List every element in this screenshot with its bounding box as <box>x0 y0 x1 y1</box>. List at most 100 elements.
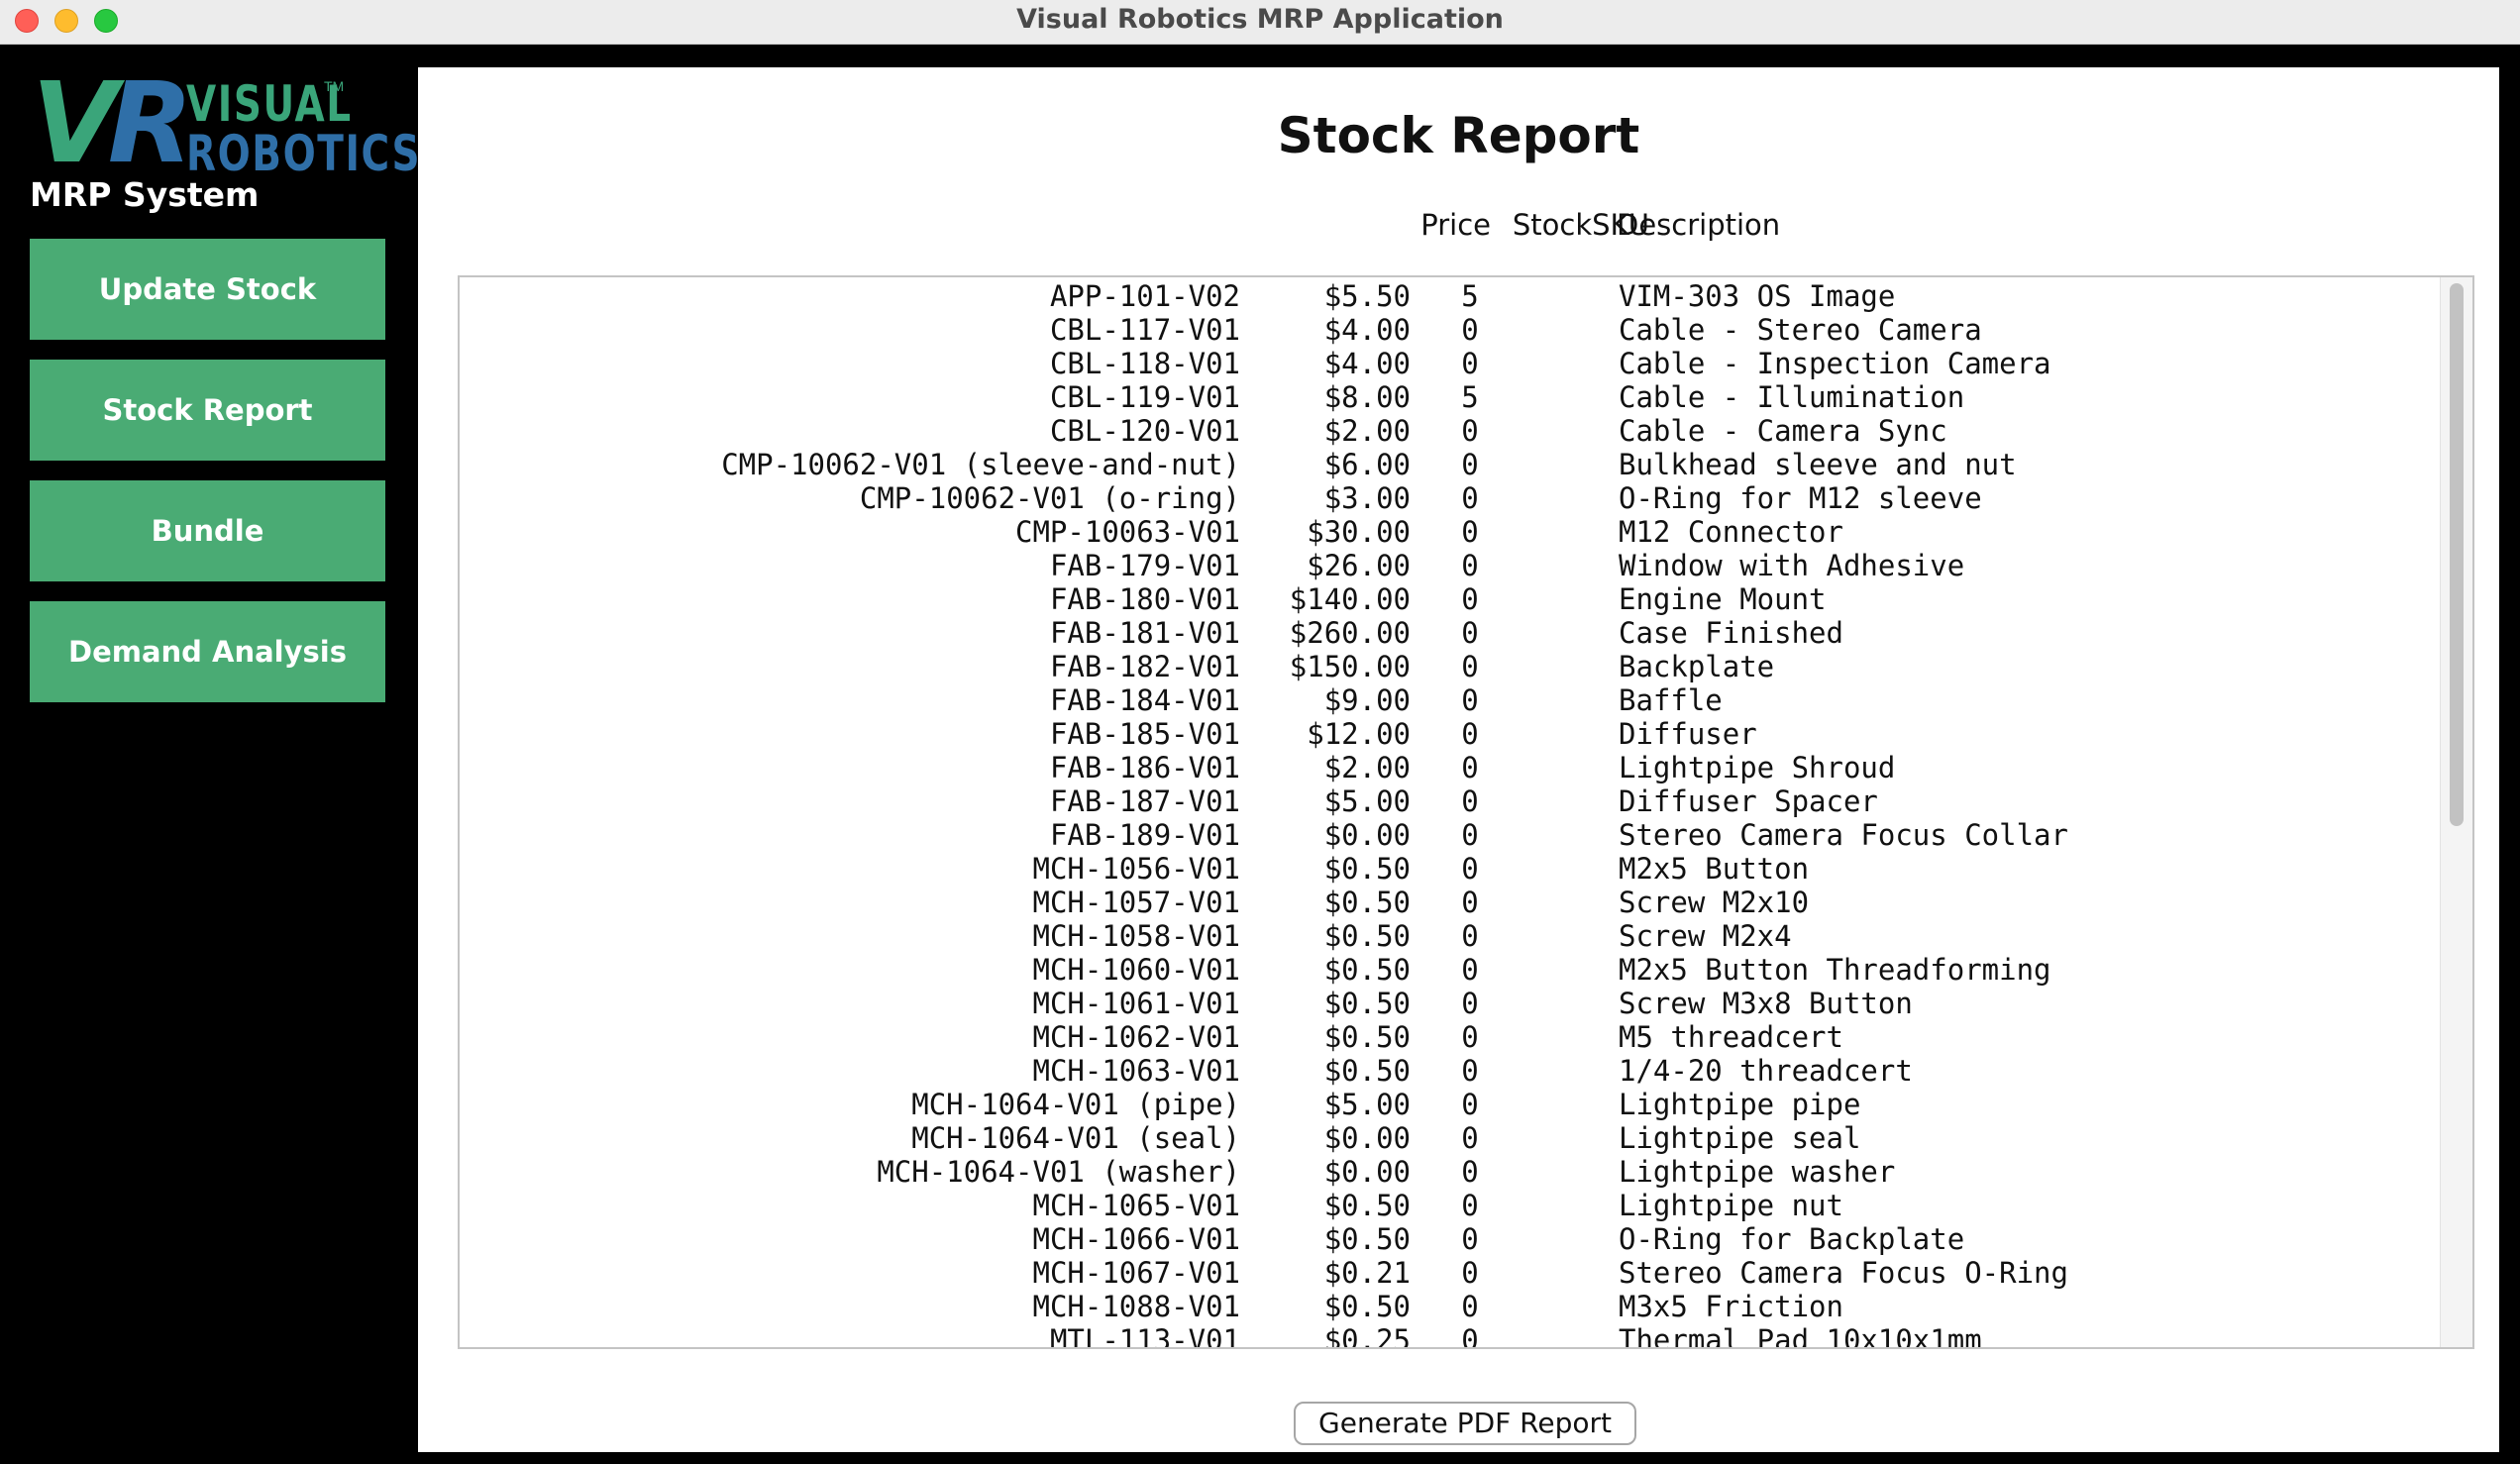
price-cell: $0.50 <box>1323 1222 1411 1256</box>
table-row: FAB-181-V01 $260.00 0 Case Finished <box>460 616 2472 650</box>
stock-cell: 5 <box>1461 279 1479 313</box>
stock-cell: 0 <box>1461 1088 1479 1121</box>
table-row: FAB-182-V01 $150.00 0 Backplate <box>460 650 2472 683</box>
update-stock-button[interactable]: Update Stock <box>30 239 385 340</box>
description-cell: M2x5 Button Threadforming <box>1619 953 2051 987</box>
sku-cell: MCH-1060-V01 <box>1032 953 1240 987</box>
sku-cell: MCH-1063-V01 <box>1032 1054 1240 1088</box>
scrollbar-thumb[interactable] <box>2450 283 2464 826</box>
stock-cell: 0 <box>1461 515 1479 549</box>
price-cell: $5.00 <box>1323 1088 1411 1121</box>
sku-cell: FAB-189-V01 <box>1049 818 1240 852</box>
stock-cell: 0 <box>1461 818 1479 852</box>
sku-cell: MTL-113-V01 <box>1049 1323 1240 1349</box>
table-row: MCH-1064-V01 (seal) $0.00 0 Lightpipe seal <box>460 1121 2472 1155</box>
sku-cell: CBL-119-V01 <box>1049 380 1240 414</box>
price-cell: $0.50 <box>1323 1054 1411 1088</box>
price-cell: $0.21 <box>1323 1256 1411 1290</box>
description-cell: Cable - Illumination <box>1619 380 1965 414</box>
sku-cell: MCH-1057-V01 <box>1032 886 1240 919</box>
vertical-scrollbar[interactable] <box>2440 277 2472 1347</box>
description-cell: M12 Connector <box>1619 515 1843 549</box>
description-cell: Bulkhead sleeve and nut <box>1619 448 2017 481</box>
stock-cell: 0 <box>1461 1020 1479 1054</box>
stock-cell: 0 <box>1461 886 1479 919</box>
description-cell: Lightpipe Shroud <box>1619 751 1896 784</box>
table-row: CBL-120-V01 $2.00 0 Cable - Camera Sync <box>460 414 2472 448</box>
stock-cell: 0 <box>1461 683 1479 717</box>
price-cell: $0.00 <box>1323 1121 1411 1155</box>
price-cell: $0.50 <box>1323 1189 1411 1222</box>
description-cell: O-Ring for M12 sleeve <box>1619 481 1982 515</box>
stock-cell: 0 <box>1461 1323 1479 1349</box>
description-cell: M3x5 Friction <box>1619 1290 1843 1323</box>
description-cell: Screw M2x4 <box>1619 919 1792 953</box>
price-cell: $12.00 <box>1307 717 1411 751</box>
price-cell: $140.00 <box>1289 582 1411 616</box>
table-row: MCH-1067-V01 $0.21 0 Stereo Camera Focus O-… <box>460 1256 2472 1290</box>
sku-cell: FAB-180-V01 <box>1049 582 1240 616</box>
price-cell: $0.50 <box>1323 852 1411 886</box>
table-row: APP-101-V02 $5.50 5 VIM-303 OS Image <box>460 279 2472 313</box>
description-cell: O-Ring for Backplate <box>1619 1222 1965 1256</box>
description-cell: Stereo Camera Focus O-Ring <box>1619 1256 2068 1290</box>
description-cell: Screw M2x10 <box>1619 886 1810 919</box>
bundle-button[interactable]: Bundle <box>30 480 385 581</box>
stock-cell: 0 <box>1461 1121 1479 1155</box>
sku-cell: CBL-120-V01 <box>1049 414 1240 448</box>
table-row: FAB-184-V01 $9.00 0 Baffle <box>460 683 2472 717</box>
stock-cell: 0 <box>1461 582 1479 616</box>
table-row: FAB-180-V01 $140.00 0 Engine Mount <box>460 582 2472 616</box>
demand-analysis-button[interactable]: Demand Analysis <box>30 601 385 702</box>
description-cell: Engine Mount <box>1619 582 1827 616</box>
description-cell: Case Finished <box>1619 616 1843 650</box>
price-cell: $0.00 <box>1323 1155 1411 1189</box>
generate-pdf-report-button[interactable]: Generate PDF Report <box>1294 1402 1636 1445</box>
description-cell: Window with Adhesive <box>1619 549 1965 582</box>
price-cell: $4.00 <box>1323 347 1411 380</box>
price-cell: $30.00 <box>1307 515 1411 549</box>
table-row: MCH-1065-V01 $0.50 0 Lightpipe nut <box>460 1189 2472 1222</box>
price-cell: $150.00 <box>1289 650 1411 683</box>
table-row: FAB-185-V01 $12.00 0 Diffuser <box>460 717 2472 751</box>
table-row: MCH-1064-V01 (pipe) $5.00 0 Lightpipe pipe <box>460 1088 2472 1121</box>
stock-cell: 0 <box>1461 953 1479 987</box>
sku-cell: CMP-10062-V01 (sleeve-and-nut) <box>721 448 1240 481</box>
table-row: MCH-1088-V01 $0.50 0 M3x5 Friction <box>460 1290 2472 1323</box>
sku-cell: FAB-187-V01 <box>1049 784 1240 818</box>
price-cell: $0.50 <box>1323 1290 1411 1323</box>
stock-cell: 0 <box>1461 347 1479 380</box>
sku-cell: CBL-118-V01 <box>1049 347 1240 380</box>
table-row: CMP-10063-V01 $30.00 0 M12 Connector <box>460 515 2472 549</box>
stock-cell: 0 <box>1461 987 1479 1020</box>
price-cell: $6.00 <box>1323 448 1411 481</box>
price-cell: $260.00 <box>1289 616 1411 650</box>
column-header-price: Price <box>1420 208 1491 242</box>
description-cell: Cable - Inspection Camera <box>1619 347 2051 380</box>
price-cell: $3.00 <box>1323 481 1411 515</box>
price-cell: $2.00 <box>1323 751 1411 784</box>
description-cell: Stereo Camera Focus Collar <box>1619 818 2068 852</box>
logo-vr-mark: VR <box>32 59 193 188</box>
price-cell: $0.50 <box>1323 987 1411 1020</box>
table-row: FAB-189-V01 $0.00 0 Stereo Camera Focus Col… <box>460 818 2472 852</box>
stock-cell: 0 <box>1461 717 1479 751</box>
stock-cell: 0 <box>1461 448 1479 481</box>
stock-table[interactable]: APP-101-V02 $5.50 5 VIM-303 OS Image CBL-117… <box>458 275 2474 1349</box>
price-cell: $0.00 <box>1323 818 1411 852</box>
sku-cell: CMP-10062-V01 (o-ring) <box>859 481 1240 515</box>
sku-cell: MCH-1056-V01 <box>1032 852 1240 886</box>
price-cell: $5.50 <box>1323 279 1411 313</box>
stock-cell: 0 <box>1461 1155 1479 1189</box>
table-row: CBL-119-V01 $8.00 5 Cable - Illumination <box>460 380 2472 414</box>
stock-report-button[interactable]: Stock Report <box>30 360 385 461</box>
description-cell: M5 threadcert <box>1619 1020 1843 1054</box>
sku-cell: APP-101-V02 <box>1049 279 1240 313</box>
stock-cell: 0 <box>1461 1222 1479 1256</box>
description-cell: 1/4-20 threadcert <box>1619 1054 1913 1088</box>
description-cell: Cable - Stereo Camera <box>1619 313 1982 347</box>
table-row: MCH-1061-V01 $0.50 0 Screw M3x8 Button <box>460 987 2472 1020</box>
price-cell: $0.50 <box>1323 953 1411 987</box>
stock-cell: 0 <box>1461 1054 1479 1088</box>
stock-cell: 0 <box>1461 481 1479 515</box>
